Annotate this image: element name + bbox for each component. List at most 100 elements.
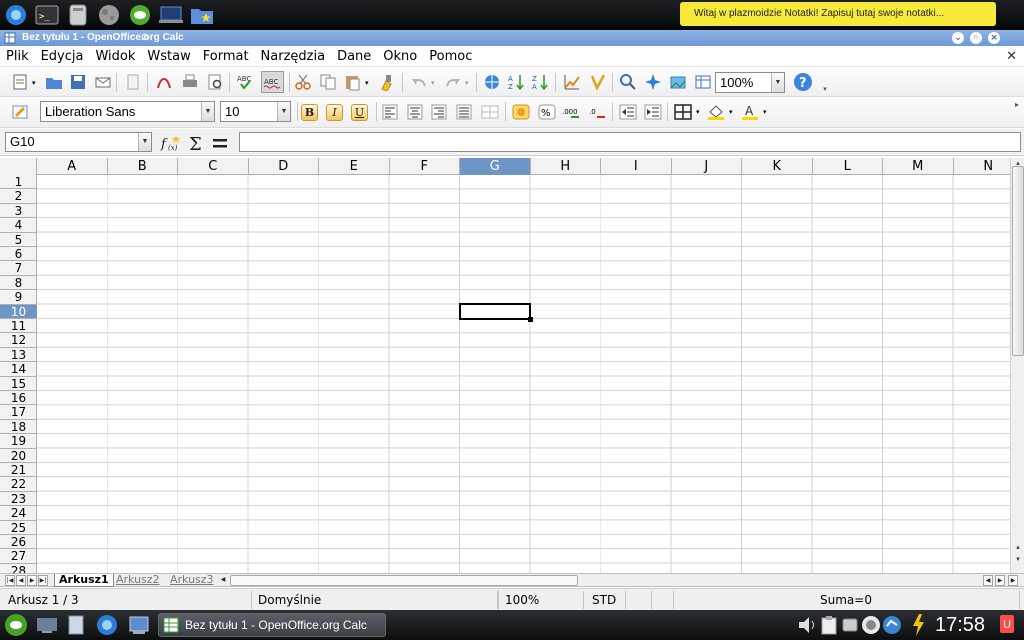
sort-descending-icon[interactable]: ZA <box>531 72 551 92</box>
laptop-icon[interactable] <box>157 2 185 28</box>
row-header[interactable]: 13 <box>0 348 37 363</box>
row-header[interactable]: 4 <box>0 218 37 233</box>
toolbar-overflow-icon[interactable]: ▾ <box>821 72 829 93</box>
gallery-icon[interactable] <box>668 72 688 92</box>
cell-area[interactable] <box>37 175 1010 573</box>
column-header[interactable]: G <box>460 158 531 175</box>
redo-icon[interactable] <box>443 72 463 92</box>
zoom-field[interactable]: 100% ▼ <box>715 72 785 93</box>
row-header[interactable]: 11 <box>0 319 37 334</box>
minimize-button[interactable]: ⌄ <box>952 32 964 44</box>
system-settings-icon[interactable] <box>125 612 153 638</box>
terminal-icon[interactable]: >_ <box>33 2 61 28</box>
browser-icon[interactable] <box>93 612 121 638</box>
row-header[interactable]: 8 <box>0 276 37 291</box>
menu-widok[interactable]: Widok <box>95 47 135 67</box>
percent-format-icon[interactable]: % <box>537 102 557 122</box>
font-color-icon[interactable]: A <box>740 102 760 122</box>
print-icon[interactable] <box>180 72 200 92</box>
data-sources-icon[interactable] <box>693 72 713 92</box>
folder-star-icon[interactable] <box>188 2 216 28</box>
formula-input[interactable] <box>239 132 1021 152</box>
increase-indent-icon[interactable] <box>643 102 663 122</box>
battery-icon[interactable] <box>904 612 932 638</box>
row-header[interactable]: 28 <box>0 564 37 573</box>
save-icon[interactable] <box>68 72 88 92</box>
cell-cursor[interactable] <box>459 303 533 322</box>
row-header[interactable]: 18 <box>0 420 37 435</box>
find-replace-icon[interactable] <box>618 72 638 92</box>
row-header[interactable]: 24 <box>0 506 37 521</box>
font-color-dropdown-icon[interactable]: ▾ <box>763 108 767 116</box>
formatting-overflow-icon[interactable]: ▸ <box>1015 100 1019 109</box>
kickoff-menu-icon[interactable] <box>2 612 30 638</box>
scroll-left-icon[interactable]: ◀ <box>218 575 228 586</box>
vertical-scroll-thumb[interactable] <box>1012 166 1024 356</box>
styles-formatting-icon[interactable] <box>10 102 30 122</box>
row-header[interactable]: 21 <box>0 463 37 478</box>
row-header[interactable]: 20 <box>0 449 37 463</box>
decrease-indent-icon[interactable] <box>618 102 638 122</box>
chart-icon[interactable] <box>562 72 582 92</box>
delete-decimal-icon[interactable]: .0 <box>587 102 607 122</box>
column-header[interactable]: E <box>319 158 390 175</box>
show-desktop-icon[interactable] <box>33 612 61 638</box>
spreadsheet-grid[interactable]: ABCDEFGHIJKLMN 1 2 3 4 5 6 7 8 9 10 11 12 13 14 15 16 17… <box>0 158 1010 573</box>
function-icon[interactable] <box>210 133 230 153</box>
row-header[interactable]: 25 <box>0 521 37 535</box>
window-close-button[interactable]: × <box>988 32 1000 44</box>
paste-dropdown-icon[interactable]: ▾ <box>365 79 369 87</box>
updater-icon[interactable] <box>878 612 906 638</box>
zoom-dropdown-icon[interactable]: ▼ <box>771 73 784 92</box>
font-size-field[interactable]: 10 ▼ <box>220 101 291 122</box>
row-header[interactable]: 17 <box>0 405 37 420</box>
align-right-icon[interactable] <box>429 102 449 122</box>
currency-format-icon[interactable] <box>511 102 531 122</box>
export-pdf-icon[interactable] <box>154 72 174 92</box>
scroll-down-icon[interactable]: ▾ <box>1012 554 1024 564</box>
opensuse-icon[interactable] <box>126 2 154 28</box>
print-preview-icon[interactable] <box>205 72 225 92</box>
sort-ascending-icon[interactable]: AZ <box>507 72 527 92</box>
moon-icon[interactable] <box>95 2 123 28</box>
underline-button[interactable]: U <box>351 104 368 121</box>
menu-dane[interactable]: Dane <box>337 47 371 67</box>
vertical-scrollbar[interactable]: ▴ ▴ ▾ <box>1010 158 1024 573</box>
sheet-tab-arkusz1[interactable]: Arkusz1 <box>54 574 114 587</box>
maximize-button[interactable]: ◦ <box>970 32 982 44</box>
merge-cells-icon[interactable] <box>480 102 500 122</box>
menu-narzedzia[interactable]: Narzędzia <box>261 47 326 67</box>
column-header[interactable]: K <box>742 158 813 175</box>
scroll-far-right-icon[interactable]: ▶ <box>1008 575 1018 586</box>
menu-plik[interactable]: Plik <box>6 47 29 67</box>
column-header[interactable]: M <box>883 158 954 175</box>
navigator-icon[interactable] <box>643 72 663 92</box>
new-document-icon[interactable] <box>10 72 30 92</box>
cut-icon[interactable] <box>293 72 313 92</box>
sheet-tab-arkusz3[interactable]: Arkusz3 <box>166 574 214 587</box>
clock[interactable]: 17:58 <box>930 610 990 640</box>
status-mode[interactable]: STD <box>586 591 626 609</box>
menu-okno[interactable]: Okno <box>383 47 417 67</box>
borders-dropdown-icon[interactable]: ▾ <box>696 108 700 116</box>
files-icon[interactable] <box>62 612 90 638</box>
new-dropdown-icon[interactable]: ▾ <box>32 79 36 87</box>
font-name-field[interactable]: Liberation Sans ▼ <box>40 101 215 122</box>
row-header[interactable]: 5 <box>0 233 37 247</box>
menu-wstaw[interactable]: Wstaw <box>147 47 190 67</box>
menu-format[interactable]: Format <box>203 47 249 67</box>
row-header[interactable]: 10 <box>0 304 37 319</box>
align-center-icon[interactable] <box>405 102 425 122</box>
sheet-tab-arkusz2[interactable]: Arkusz2 <box>112 574 164 587</box>
copy-icon[interactable] <box>318 72 338 92</box>
borders-icon[interactable] <box>673 102 693 122</box>
column-header[interactable]: D <box>249 158 319 175</box>
column-header[interactable]: B <box>108 158 178 175</box>
menu-edycja[interactable]: Edycja <box>41 47 84 67</box>
spellcheck-icon[interactable]: ABC <box>236 72 256 92</box>
row-header[interactable]: 19 <box>0 434 37 449</box>
horizontal-scroll-thumb[interactable] <box>230 575 578 586</box>
function-wizard-icon[interactable]: f (x) <box>160 133 180 153</box>
panel-toolbox-icon[interactable]: U <box>993 612 1021 638</box>
column-header[interactable]: C <box>178 158 249 175</box>
